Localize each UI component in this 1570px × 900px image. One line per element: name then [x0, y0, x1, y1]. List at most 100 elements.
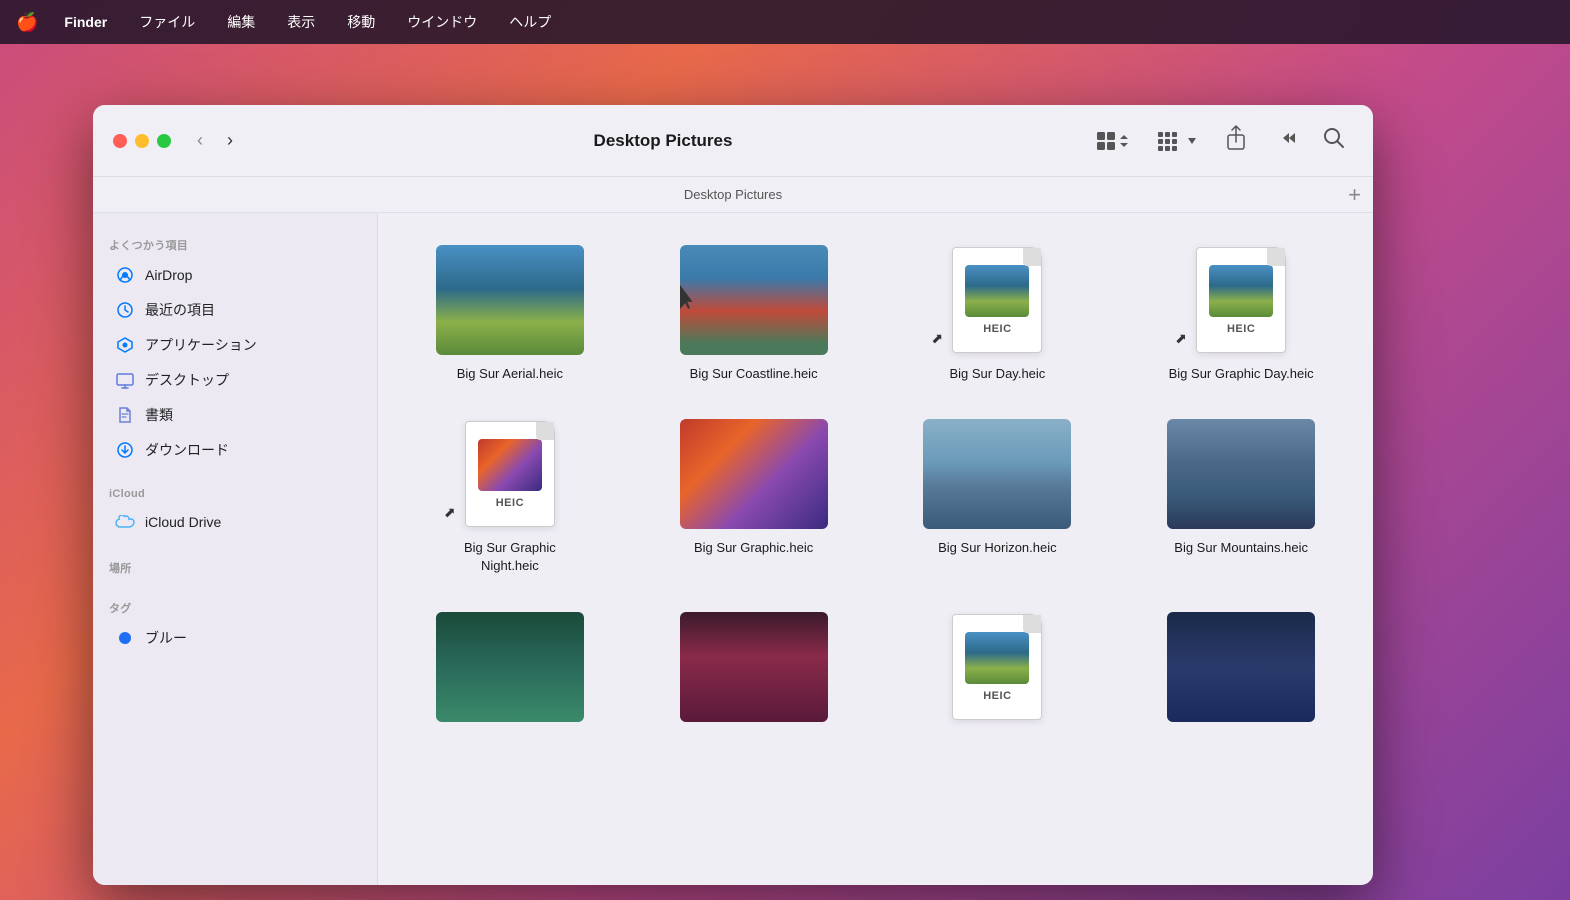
downloads-icon	[115, 440, 135, 460]
file-thumbnail	[923, 419, 1071, 529]
file-thumbnail: HEIC ⬈	[1167, 245, 1315, 355]
sidebar-item-label: 書類	[145, 405, 173, 425]
sidebar-item-icloud-drive[interactable]: iCloud Drive	[99, 505, 371, 539]
file-name: Big Sur Coastline.heic	[690, 365, 818, 383]
sidebar-item-label: デスクトップ	[145, 370, 229, 390]
toolbar: ‹ › Desktop Pictures	[93, 105, 1373, 177]
menu-file[interactable]: ファイル	[133, 8, 201, 36]
group-grid-icon	[1157, 131, 1185, 151]
grid-icon	[1095, 130, 1117, 152]
icon-view-button[interactable]	[1087, 126, 1137, 156]
search-button[interactable]	[1315, 123, 1353, 159]
sidebar-item-label: AirDrop	[145, 267, 192, 283]
sidebar-item-label: ダウンロード	[145, 440, 229, 460]
file-item[interactable]: Big Sur Coastline.heic	[642, 237, 866, 391]
file-name: Big Sur Day.heic	[949, 365, 1045, 383]
alias-arrow-icon: ⬈	[444, 504, 456, 521]
file-item[interactable]: HEIC ⬈ Big Sur Graphic Day.heic	[1129, 237, 1353, 391]
file-name: Big Sur Horizon.heic	[938, 539, 1057, 557]
search-icon	[1323, 127, 1345, 149]
chevron-up-down-icon	[1119, 133, 1129, 149]
file-thumbnail	[1167, 612, 1315, 722]
file-item[interactable]	[642, 604, 866, 740]
file-grid: Big Sur Aerial.heic Big Sur Coastline.he…	[378, 213, 1373, 885]
file-item[interactable]: HEIC	[886, 604, 1110, 740]
places-section-label: 場所	[93, 552, 377, 580]
file-thumbnail	[680, 419, 828, 529]
file-thumbnail	[436, 612, 584, 722]
group-view-button[interactable]	[1149, 127, 1205, 155]
file-item[interactable]: HEIC ⬈ Big Sur Day.heic	[886, 237, 1110, 391]
share-button[interactable]	[1217, 121, 1255, 161]
alias-arrow-icon: ⬈	[931, 330, 943, 347]
recents-icon	[115, 300, 135, 320]
minimize-button[interactable]	[135, 134, 149, 148]
desktop-icon	[115, 370, 135, 390]
favorites-section-label: よくつかう項目	[93, 229, 377, 257]
main-area: よくつかう項目 AirDrop	[93, 213, 1373, 885]
file-item[interactable]	[398, 604, 622, 740]
maximize-button[interactable]	[157, 134, 171, 148]
forward-button[interactable]: ›	[221, 126, 239, 155]
sidebar-item-recents[interactable]: 最近の項目	[99, 293, 371, 327]
chevron-down-icon	[1187, 137, 1197, 145]
file-item[interactable]: HEIC ⬈ Big Sur Graphic Night.heic	[398, 411, 622, 583]
file-thumbnail	[680, 612, 828, 722]
sidebar-item-label: ブルー	[145, 628, 187, 648]
sidebar-item-applications[interactable]: アプリケーション	[99, 328, 371, 362]
sidebar-item-downloads[interactable]: ダウンロード	[99, 433, 371, 467]
file-name: Big Sur Mountains.heic	[1174, 539, 1308, 557]
blue-tag-icon	[115, 628, 135, 648]
file-item[interactable]	[1129, 604, 1353, 740]
sidebar-item-documents[interactable]: 書類	[99, 398, 371, 432]
file-thumbnail	[1167, 419, 1315, 529]
menu-view[interactable]: 表示	[281, 8, 321, 36]
alias-arrow-icon: ⬈	[1175, 330, 1187, 347]
file-name: Big Sur Graphic.heic	[694, 539, 813, 557]
menu-edit[interactable]: 編集	[221, 8, 261, 36]
menu-go[interactable]: 移動	[341, 8, 381, 36]
file-thumbnail: HEIC ⬈	[436, 419, 584, 529]
file-thumbnail: HEIC ⬈	[923, 245, 1071, 355]
airdrop-icon	[115, 265, 135, 285]
more-icon	[1275, 130, 1295, 146]
back-button[interactable]: ‹	[191, 126, 209, 155]
file-thumbnail	[436, 245, 584, 355]
file-name: Big Sur Aerial.heic	[457, 365, 563, 383]
menu-window[interactable]: ウインドウ	[401, 8, 483, 36]
add-tab-button[interactable]: +	[1348, 184, 1361, 206]
file-item[interactable]: Big Sur Horizon.heic	[886, 411, 1110, 583]
more-button[interactable]	[1267, 125, 1303, 156]
file-thumbnail: HEIC	[923, 612, 1071, 722]
finder-window: ‹ › Desktop Pictures	[93, 105, 1373, 885]
file-name: Big Sur Graphic Day.heic	[1169, 365, 1314, 383]
sidebar: よくつかう項目 AirDrop	[93, 213, 378, 885]
file-thumbnail	[680, 245, 828, 355]
applications-icon	[115, 335, 135, 355]
traffic-lights	[113, 134, 171, 148]
file-name: Big Sur Graphic Night.heic	[436, 539, 584, 575]
sidebar-item-label: 最近の項目	[145, 300, 215, 320]
sidebar-item-label: アプリケーション	[145, 335, 257, 355]
menu-help[interactable]: ヘルプ	[503, 8, 557, 36]
documents-icon	[115, 405, 135, 425]
sidebar-item-label: iCloud Drive	[145, 514, 221, 530]
toolbar-right	[1087, 121, 1353, 161]
file-item[interactable]: Big Sur Mountains.heic	[1129, 411, 1353, 583]
menu-bar: 🍎 Finder ファイル 編集 表示 移動 ウインドウ ヘルプ	[0, 0, 1570, 44]
close-button[interactable]	[113, 134, 127, 148]
tags-section-label: タグ	[93, 592, 377, 620]
sidebar-item-airdrop[interactable]: AirDrop	[99, 258, 371, 292]
icloud-icon	[115, 512, 135, 532]
sidebar-item-blue-tag[interactable]: ブルー	[99, 621, 371, 655]
window-title: Desktop Pictures	[594, 131, 733, 150]
share-icon	[1225, 125, 1247, 151]
icloud-section-label: iCloud	[93, 480, 377, 504]
breadcrumb-bar: Desktop Pictures +	[93, 177, 1373, 213]
file-item[interactable]: Big Sur Aerial.heic	[398, 237, 622, 391]
menu-finder[interactable]: Finder	[58, 10, 113, 34]
sidebar-item-desktop[interactable]: デスクトップ	[99, 363, 371, 397]
file-item[interactable]: Big Sur Graphic.heic	[642, 411, 866, 583]
breadcrumb-label: Desktop Pictures	[684, 187, 782, 202]
apple-menu[interactable]: 🍎	[16, 12, 38, 33]
